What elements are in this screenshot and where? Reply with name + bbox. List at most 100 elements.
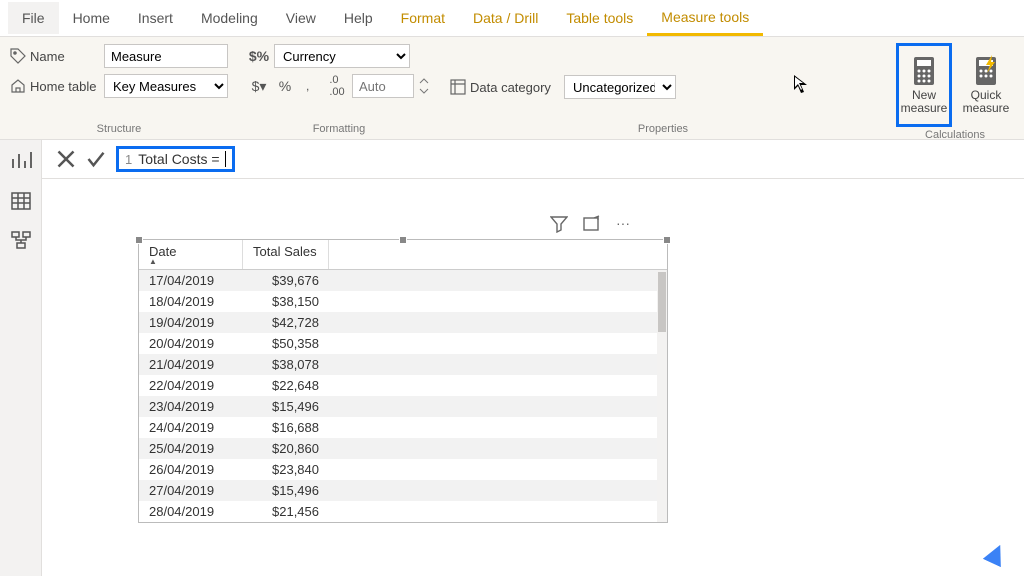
calculator-icon xyxy=(908,55,940,87)
cell-sales: $38,078 xyxy=(243,355,329,374)
ribbon-tabs: File Home Insert Modeling View Help Form… xyxy=(0,0,1024,36)
scrollbar-thumb[interactable] xyxy=(658,272,666,332)
category-icon xyxy=(450,79,466,95)
formula-text: Total Costs = xyxy=(138,151,223,167)
home-icon xyxy=(10,78,26,94)
cell-sales: $50,358 xyxy=(243,334,329,353)
measure-name-input[interactable] xyxy=(104,44,228,68)
cell-date: 19/04/2019 xyxy=(139,313,243,332)
group-properties: Data category Uncategorized Properties xyxy=(440,37,886,139)
formula-cancel-button[interactable] xyxy=(56,149,76,169)
name-label: Name xyxy=(30,49,100,64)
table-visual[interactable]: Date▲ Total Sales 17/04/2019$39,67618/04… xyxy=(138,239,668,523)
resize-handle[interactable] xyxy=(135,236,143,244)
formula-commit-button[interactable] xyxy=(86,149,106,169)
svg-text:,: , xyxy=(306,79,309,93)
cell-date: 25/04/2019 xyxy=(139,439,243,458)
table-row[interactable]: 26/04/2019$23,840 xyxy=(139,459,667,480)
model-view-icon[interactable] xyxy=(10,230,32,252)
report-view-icon[interactable] xyxy=(10,150,32,172)
tab-modeling[interactable]: Modeling xyxy=(187,2,272,34)
group-calculations: New measure Quick measure Calculations xyxy=(886,37,1024,139)
tab-view[interactable]: View xyxy=(272,2,330,34)
more-options-icon[interactable]: ··· xyxy=(614,215,632,233)
scrollbar-track[interactable] xyxy=(657,270,667,522)
tab-measure-tools[interactable]: Measure tools xyxy=(647,1,763,36)
cell-sales: $16,688 xyxy=(243,418,329,437)
home-table-select[interactable]: Key Measures xyxy=(104,74,228,98)
body-area: 1 Total Costs = ··· Date▲ xyxy=(0,140,1024,576)
table-body: 17/04/2019$39,67618/04/2019$38,15019/04/… xyxy=(139,270,667,522)
cell-sales: $23,840 xyxy=(243,460,329,479)
cell-date: 26/04/2019 xyxy=(139,460,243,479)
table-header-row: Date▲ Total Sales xyxy=(139,240,667,270)
cell-date: 20/04/2019 xyxy=(139,334,243,353)
table-row[interactable]: 21/04/2019$38,078 xyxy=(139,354,667,375)
cell-sales: $21,456 xyxy=(243,502,329,521)
column-header-sales[interactable]: Total Sales xyxy=(243,240,329,269)
view-rail xyxy=(0,140,42,576)
formula-bar: 1 Total Costs = xyxy=(42,140,1024,179)
cell-date: 22/04/2019 xyxy=(139,376,243,395)
table-row[interactable]: 24/04/2019$16,688 xyxy=(139,417,667,438)
table-row[interactable]: 22/04/2019$22,648 xyxy=(139,375,667,396)
cell-sales: $42,728 xyxy=(243,313,329,332)
resize-handle[interactable] xyxy=(663,236,671,244)
cell-date: 28/04/2019 xyxy=(139,502,243,521)
quick-measure-button[interactable]: Quick measure xyxy=(958,43,1014,127)
data-category-select[interactable]: Uncategorized xyxy=(564,75,676,99)
table-row[interactable]: 20/04/2019$50,358 xyxy=(139,333,667,354)
currency-button[interactable]: $▾ xyxy=(248,74,270,98)
table-row[interactable]: 17/04/2019$39,676 xyxy=(139,270,667,291)
home-table-label: Home table xyxy=(30,79,100,94)
tab-file[interactable]: File xyxy=(8,2,59,34)
data-view-icon[interactable] xyxy=(10,190,32,212)
spinner-icon[interactable] xyxy=(418,74,430,98)
tag-icon xyxy=(10,48,26,64)
cell-sales: $20,860 xyxy=(243,439,329,458)
group-label-structure: Structure xyxy=(10,121,228,137)
cell-date: 24/04/2019 xyxy=(139,418,243,437)
visual-header: ··· xyxy=(550,215,632,233)
table-row[interactable]: 19/04/2019$42,728 xyxy=(139,312,667,333)
tab-table-tools[interactable]: Table tools xyxy=(552,2,647,34)
percent-button[interactable]: % xyxy=(274,74,296,98)
format-select[interactable]: Currency xyxy=(274,44,410,68)
tab-home[interactable]: Home xyxy=(59,2,124,34)
table-row[interactable]: 27/04/2019$15,496 xyxy=(139,480,667,501)
decimal-places-input[interactable] xyxy=(352,74,414,98)
group-structure: Name Home table Key Measures Structure xyxy=(0,37,238,139)
focus-mode-icon[interactable] xyxy=(582,215,600,233)
group-label-formatting: Formatting xyxy=(248,121,430,137)
group-formatting: $% Currency $▾ % , .0.00 Formatting xyxy=(238,37,440,139)
calculator-lightning-icon xyxy=(970,55,1002,87)
table-row[interactable]: 18/04/2019$38,150 xyxy=(139,291,667,312)
decimals-button[interactable]: .0.00 xyxy=(326,74,348,98)
table-row[interactable]: 25/04/2019$20,860 xyxy=(139,438,667,459)
tab-insert[interactable]: Insert xyxy=(124,2,187,34)
table-row[interactable]: 23/04/2019$15,496 xyxy=(139,396,667,417)
column-header-date[interactable]: Date▲ xyxy=(139,240,243,269)
filter-icon[interactable] xyxy=(550,215,568,233)
cell-sales: $38,150 xyxy=(243,292,329,311)
comma-button[interactable]: , xyxy=(300,74,322,98)
group-label-calculations: Calculations xyxy=(896,127,1014,143)
cell-sales: $39,676 xyxy=(243,271,329,290)
report-surface[interactable]: ··· Date▲ Total Sales 17/04/2019$39,6761… xyxy=(42,179,1024,576)
tab-data-drill[interactable]: Data / Drill xyxy=(459,2,552,34)
new-measure-button[interactable]: New measure xyxy=(896,43,952,127)
table-row[interactable]: 28/04/2019$21,456 xyxy=(139,501,667,522)
tab-format[interactable]: Format xyxy=(387,2,459,34)
canvas: 1 Total Costs = ··· Date▲ xyxy=(42,140,1024,576)
formula-line-number: 1 xyxy=(125,152,132,167)
formula-input-wrap[interactable]: 1 Total Costs = xyxy=(116,146,235,172)
cell-sales: $15,496 xyxy=(243,397,329,416)
tab-help[interactable]: Help xyxy=(330,2,387,34)
cell-date: 23/04/2019 xyxy=(139,397,243,416)
new-measure-label: New measure xyxy=(899,89,949,115)
ribbon: Name Home table Key Measures Structure $… xyxy=(0,36,1024,140)
cell-sales: $15,496 xyxy=(243,481,329,500)
group-label-properties: Properties xyxy=(450,121,876,137)
data-category-label: Data category xyxy=(470,80,560,95)
resize-handle[interactable] xyxy=(399,236,407,244)
